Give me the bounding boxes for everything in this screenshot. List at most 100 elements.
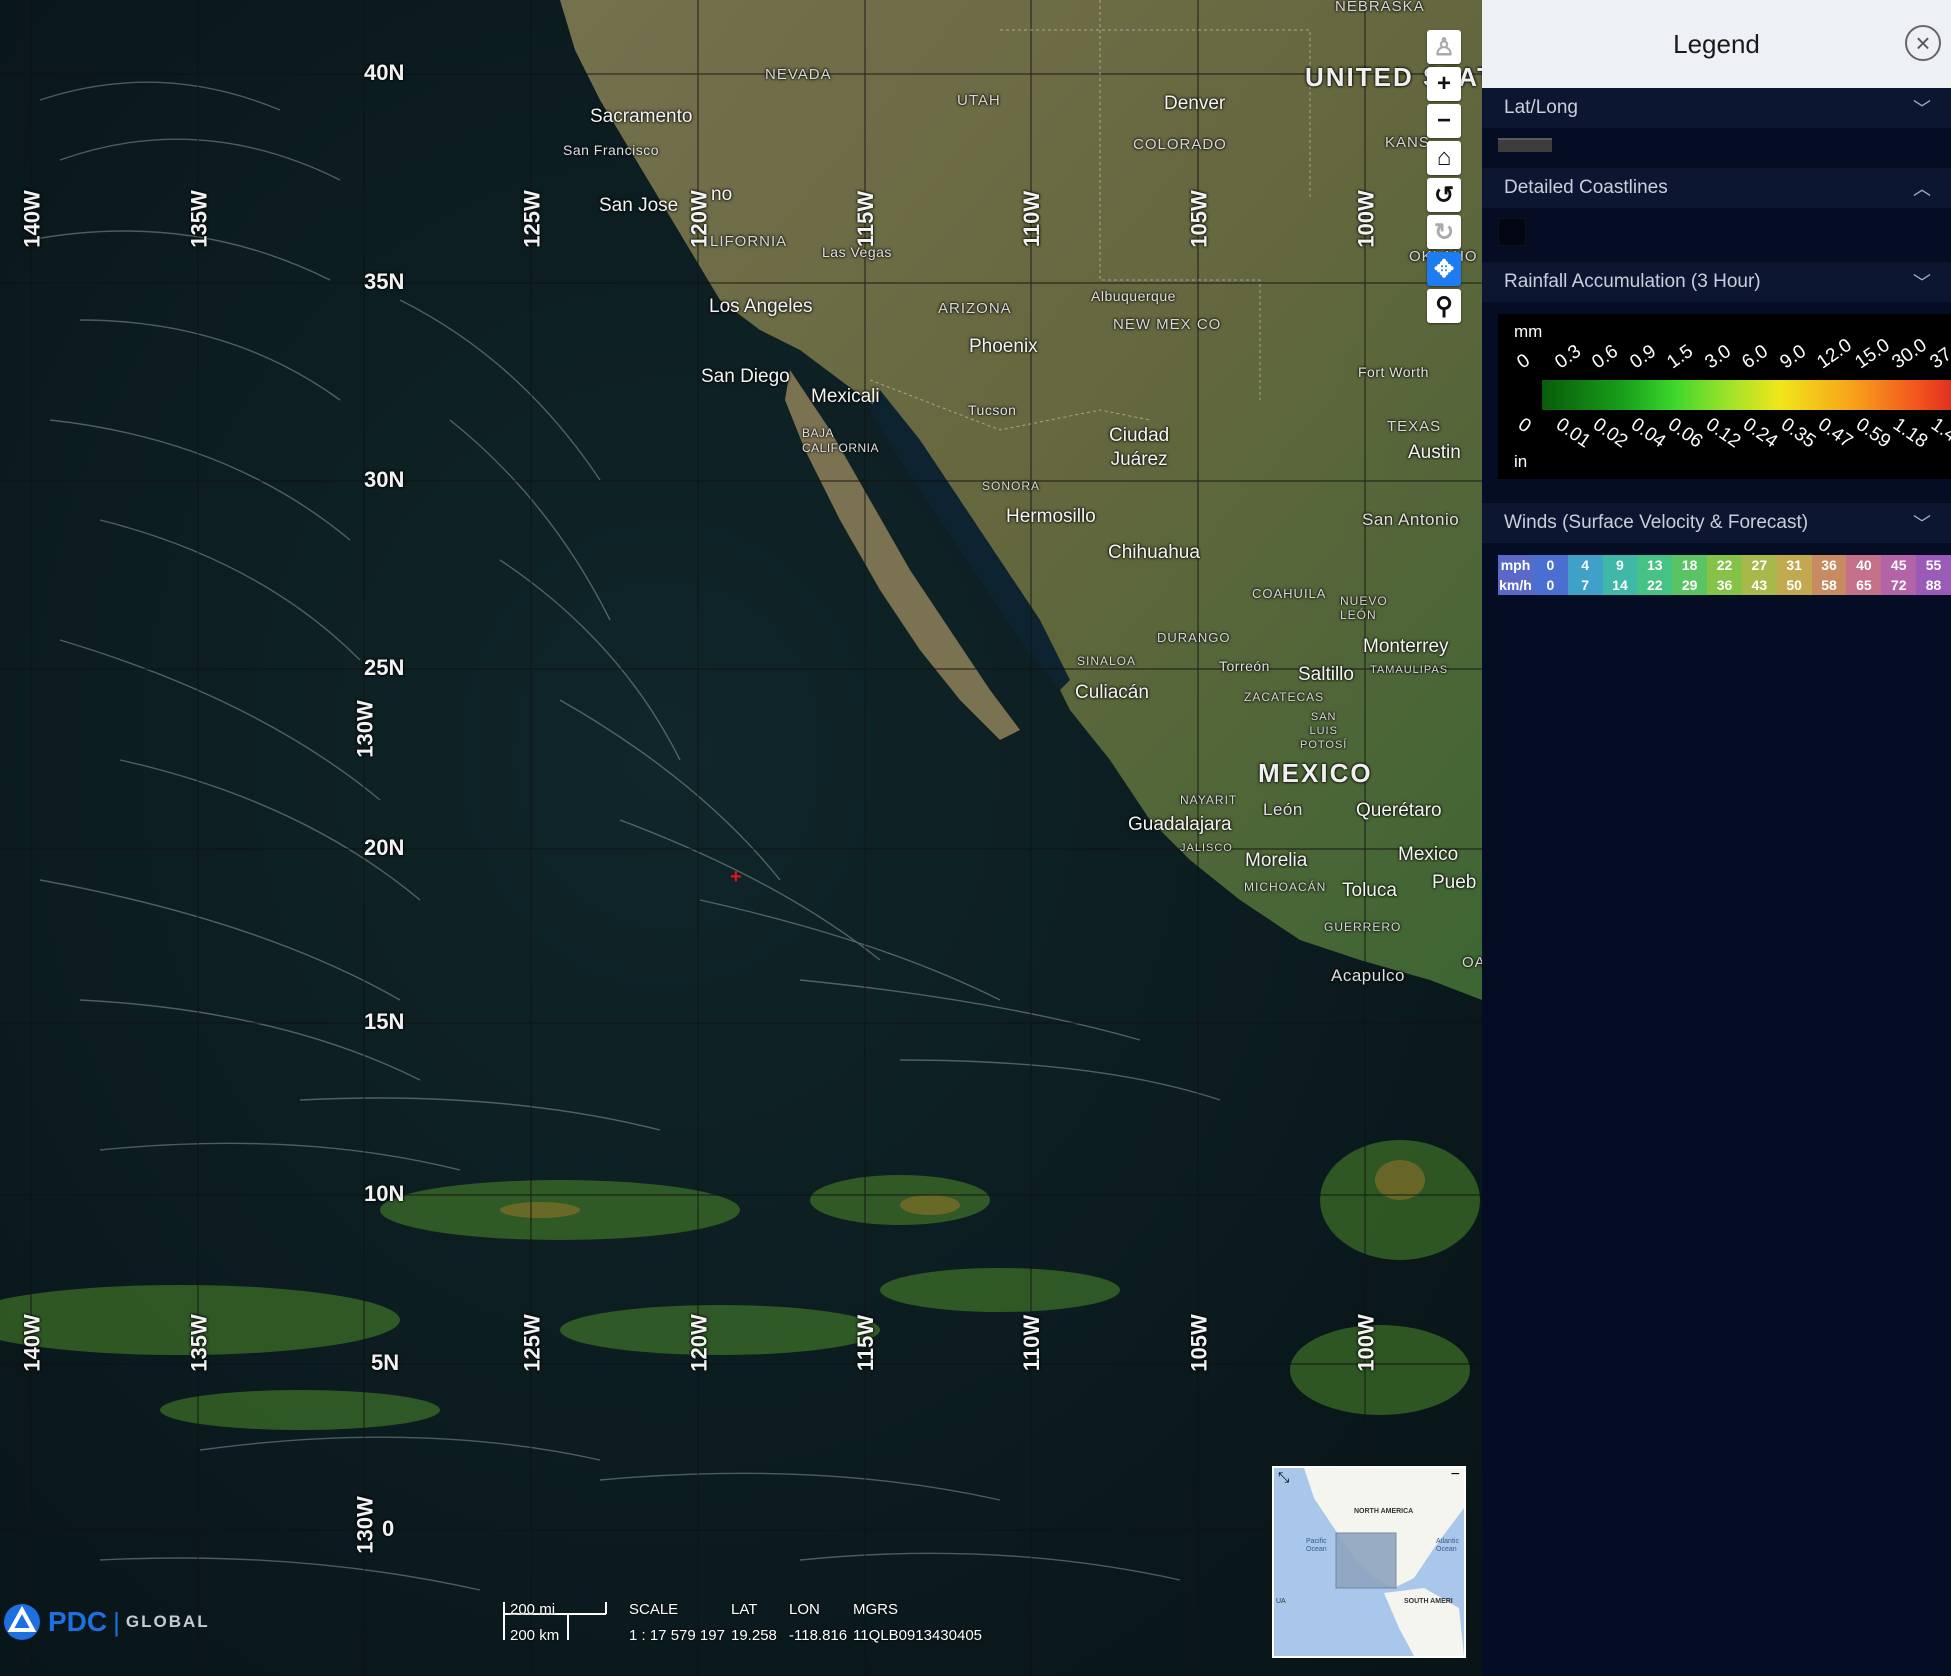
place-sacramento: Sacramento	[590, 106, 693, 127]
scale-km: 200 km	[510, 1627, 560, 1644]
section-detailed-coastlines[interactable]: Detailed Coastlines ︿	[1482, 168, 1951, 208]
scale-label: SCALE	[629, 1601, 679, 1618]
rainfall-in-tick: 0.47	[1813, 414, 1857, 453]
lon-label: LON	[789, 1601, 820, 1618]
wind-kmh-cell: 88	[1916, 575, 1951, 595]
wind-mph-cell: 0	[1532, 555, 1568, 575]
mgrs-value: 11QLB0913430405	[853, 1627, 983, 1644]
place-durango: DURANGO	[1157, 630, 1231, 645]
magnifier-icon: ⚲	[1435, 292, 1453, 320]
pdc-logo-icon	[4, 1604, 40, 1640]
wind-mph-cell: 27	[1741, 555, 1777, 575]
coastlines-swatch	[1498, 218, 1526, 246]
lat-label-40n: 40N	[364, 60, 405, 85]
overview-minimap[interactable]: ⤡ − NORTH AMERICA Pacific Ocean Atlantic…	[1272, 1466, 1466, 1658]
place-fresno: no	[711, 184, 733, 205]
map-view[interactable]: 40N 35N 30N 25N 20N 15N 10N 5N 0 140W 13…	[0, 0, 1482, 1676]
wind-mph-cell: 55	[1916, 555, 1951, 575]
rainfall-gradient	[1542, 380, 1951, 410]
section-winds[interactable]: Winds (Surface Velocity & Forecast) ﹀	[1482, 503, 1951, 543]
lat-label-30n: 30N	[364, 467, 405, 492]
lon-label-top-135w: 135W	[186, 190, 212, 248]
place-austin: Austin	[1408, 442, 1461, 463]
place-san-francisco: San Francisco	[563, 142, 659, 158]
place-hermosillo: Hermosillo	[1006, 506, 1096, 527]
lat-label-10n: 10N	[364, 1181, 405, 1206]
place-baja-california: BAJA CALIFORNIA	[802, 426, 880, 455]
rainfall-mm-tick: 12.0	[1813, 334, 1856, 374]
rainfall-in-tick: 1.46	[1926, 414, 1951, 453]
lon-label-top-120w: 120W	[686, 190, 712, 248]
place-nevada: NEVADA	[765, 66, 832, 83]
close-legend-button[interactable]: ×	[1905, 25, 1941, 61]
place-nuevo-leon: NUEVO LEÓN	[1340, 594, 1388, 622]
lat-long-body	[1482, 128, 1951, 164]
wind-mph-cell: 9	[1602, 555, 1638, 575]
lon-label-130w-upper: 130W	[352, 700, 378, 758]
mgrs-label: MGRS	[853, 1601, 898, 1618]
minimap-atlantic: Atlantic Ocean	[1436, 1538, 1459, 1553]
rainfall-in-tick: 0.04	[1626, 414, 1669, 453]
logo-suffix: GLOBAL	[125, 1612, 210, 1631]
place-texas: TEXAS	[1387, 418, 1442, 435]
lat-label-15n: 15N	[364, 1009, 405, 1034]
lon-label-bottom-120w: 120W	[686, 1314, 712, 1372]
pan-button[interactable]: ✥	[1427, 252, 1461, 286]
wind-mph-cell: 4	[1567, 555, 1603, 575]
section-lat-long[interactable]: Lat/Long ﹀	[1482, 88, 1951, 128]
map-center-crosshair: +	[730, 866, 742, 888]
map-toolbar: ♙ + − ⌂ ↺ ↻ ✥ ⚲	[1427, 30, 1461, 326]
chevron-down-icon: ﹀	[1913, 273, 1931, 293]
lat-label-5n: 5N	[371, 1350, 400, 1375]
wind-kmh-cell: 58	[1811, 575, 1847, 595]
plus-icon: +	[1436, 70, 1451, 97]
zoom-out-button[interactable]: −	[1427, 104, 1461, 138]
minimap-collapse-icon[interactable]: −	[1451, 1468, 1460, 1484]
rainfall-colorbar: mm in 0 0.3 0.6 0.9 1.5 3.0 6.0 9.0 12.0 15.0 30.0…	[1498, 314, 1951, 479]
place-monterrey: Monterrey	[1363, 636, 1449, 657]
place-saltillo: Saltillo	[1298, 664, 1354, 685]
lon-value: -118.816	[789, 1627, 848, 1644]
wind-mph-cell: 45	[1881, 555, 1917, 575]
place-jalisco: JALISCO	[1180, 842, 1233, 854]
place-albuquerque: Albuquerque	[1091, 288, 1176, 304]
place-san-jose: San Jose	[599, 195, 679, 216]
place-california: LIFORNIA	[710, 233, 788, 250]
place-phoenix: Phoenix	[969, 336, 1038, 357]
place-kansas: KANS	[1385, 134, 1430, 151]
wind-kmh-cell: 50	[1776, 575, 1812, 595]
place-torreon: Torreón	[1219, 658, 1270, 674]
place-mexico-city: Mexico	[1398, 844, 1459, 865]
place-morelia: Morelia	[1245, 850, 1308, 871]
zoom-box-button[interactable]: ⚲	[1427, 289, 1461, 323]
minimap-expand-icon[interactable]: ⤡	[1278, 1469, 1289, 1486]
place-guadalajara: Guadalajara	[1128, 814, 1232, 835]
place-puebla: Pueb	[1432, 872, 1477, 893]
place-acapulco: Acapulco	[1331, 966, 1405, 985]
place-leon: León	[1263, 800, 1303, 819]
street-view-button[interactable]: ♙	[1427, 30, 1461, 64]
home-button[interactable]: ⌂	[1427, 141, 1461, 175]
rainfall-in-tick: 0.02	[1588, 414, 1632, 453]
rainfall-unit-in: in	[1514, 452, 1528, 471]
section-rainfall[interactable]: Rainfall Accumulation (3 Hour) ﹀	[1482, 262, 1951, 302]
place-toluca: Toluca	[1342, 880, 1397, 901]
lon-label-top-110w: 110W	[1019, 190, 1045, 248]
wind-kmh-cell: 65	[1846, 575, 1882, 595]
rainfall-mm-tick: 15.0	[1850, 334, 1894, 374]
rotate-left-button[interactable]: ↺	[1427, 178, 1461, 212]
place-tucson: Tucson	[968, 402, 1017, 418]
lon-label-top-115w: 115W	[853, 190, 879, 248]
section-label: Detailed Coastlines	[1504, 177, 1668, 198]
rotate-right-button[interactable]: ↻	[1427, 215, 1461, 249]
place-michoacan: MICHOACÁN	[1244, 880, 1327, 894]
place-san-diego: San Diego	[701, 366, 790, 387]
place-culiacan: Culiacán	[1075, 682, 1149, 703]
lat-label-25n: 25N	[364, 655, 405, 680]
zoom-in-button[interactable]: +	[1427, 67, 1461, 101]
place-zacatecas: ZACATECAS	[1244, 690, 1325, 704]
lat-label: LAT	[731, 1601, 758, 1618]
chevron-down-icon: ﹀	[1913, 99, 1931, 119]
lat-label-0: 0	[382, 1516, 395, 1541]
place-coahuila: COAHUILA	[1252, 586, 1327, 601]
